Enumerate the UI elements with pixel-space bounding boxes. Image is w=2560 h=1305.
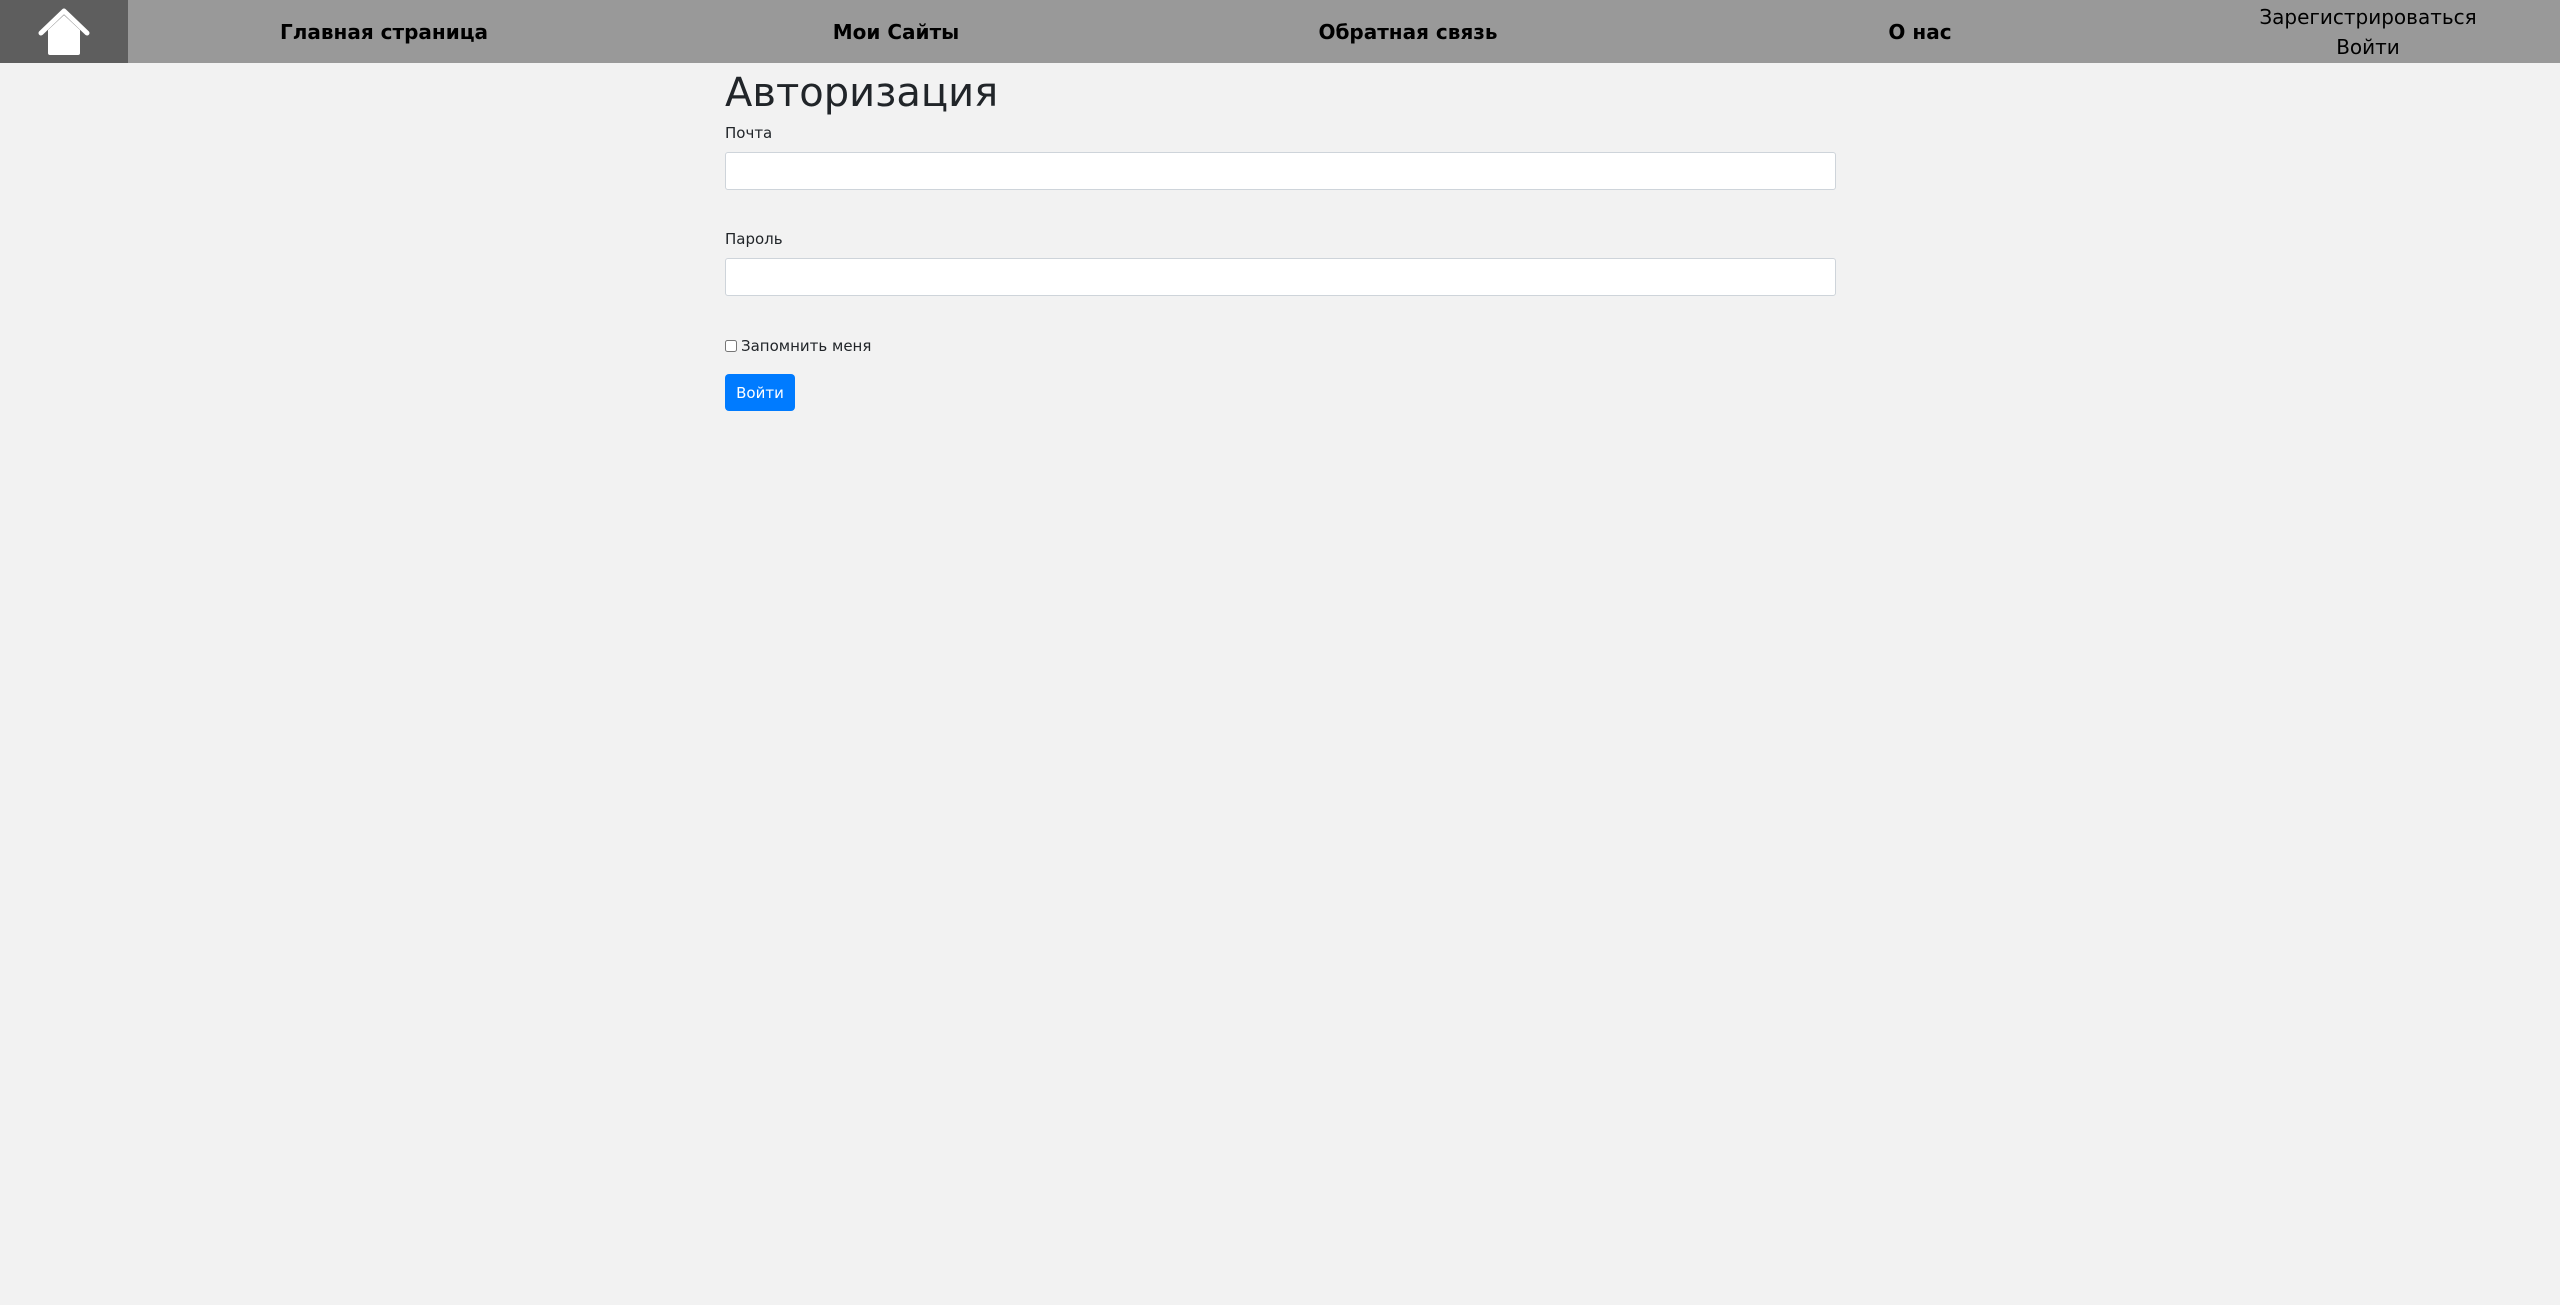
email-label: Почта [725, 124, 773, 142]
nav-link-home[interactable]: Главная страница [280, 0, 488, 63]
page-title: Авторизация [725, 70, 999, 116]
login-form: Авторизация Почта Пароль Запомнить меня … [725, 63, 1836, 411]
auth-links: Зарегистрироваться Войти [2259, 2, 2476, 62]
nav-link-feedback[interactable]: Обратная связь [1318, 0, 1497, 63]
nav-link-my-sites[interactable]: Мои Сайты [833, 0, 959, 63]
home-button[interactable] [0, 0, 128, 63]
login-submit-button[interactable]: Войти [725, 374, 795, 411]
register-link[interactable]: Зарегистрироваться [2259, 2, 2476, 32]
login-link[interactable]: Войти [2336, 32, 2400, 62]
house-icon [38, 8, 90, 55]
remember-me-label[interactable]: Запомнить меня [741, 337, 871, 355]
password-field[interactable] [725, 258, 1836, 296]
top-navbar: Главная страница Мои Сайты Обратная связ… [0, 0, 2560, 63]
password-label: Пароль [725, 230, 783, 248]
remember-me-row: Запомнить меня [725, 336, 1836, 356]
nav-link-about[interactable]: О нас [1888, 0, 1951, 63]
remember-me-checkbox[interactable] [725, 340, 737, 352]
email-field[interactable] [725, 152, 1836, 190]
